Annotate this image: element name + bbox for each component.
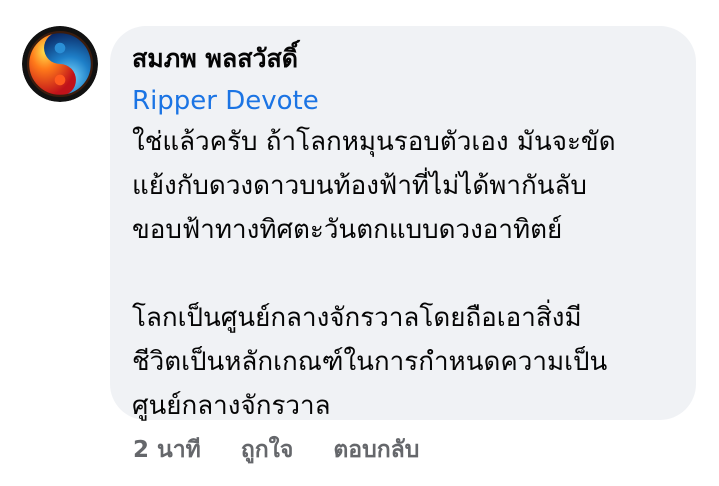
like-button[interactable]: ถูกใจ <box>241 432 294 468</box>
comment-author-name[interactable]: สมภพ พลสวัสดิ์ <box>132 42 676 76</box>
avatar[interactable] <box>22 26 98 102</box>
comment-bubble: สมภพ พลสวัสดิ์ Ripper Devote ใช่แล้วครับ… <box>110 26 696 421</box>
comment-paragraph: ใช่แล้วครับ ถ้าโลกหมุนรอบตัวเอง มันจะขัด… <box>132 127 616 245</box>
reply-button[interactable]: ตอบกลับ <box>333 432 419 468</box>
yin-yang-avatar-image <box>22 26 98 102</box>
comment-timestamp[interactable]: 2 นาที <box>133 432 201 468</box>
mention-link[interactable]: Ripper Devote <box>132 82 676 120</box>
comment-body: ใช่แล้วครับ ถ้าโลกหมุนรอบตัวเอง มันจะขัด… <box>132 120 676 428</box>
comment-actions: 2 นาที ถูกใจ ตอบกลับ <box>133 432 419 468</box>
comment-paragraph: โลกเป็นศูนย์กลางจักรวาลโดยถือเอาสิ่งมี ช… <box>132 303 608 421</box>
